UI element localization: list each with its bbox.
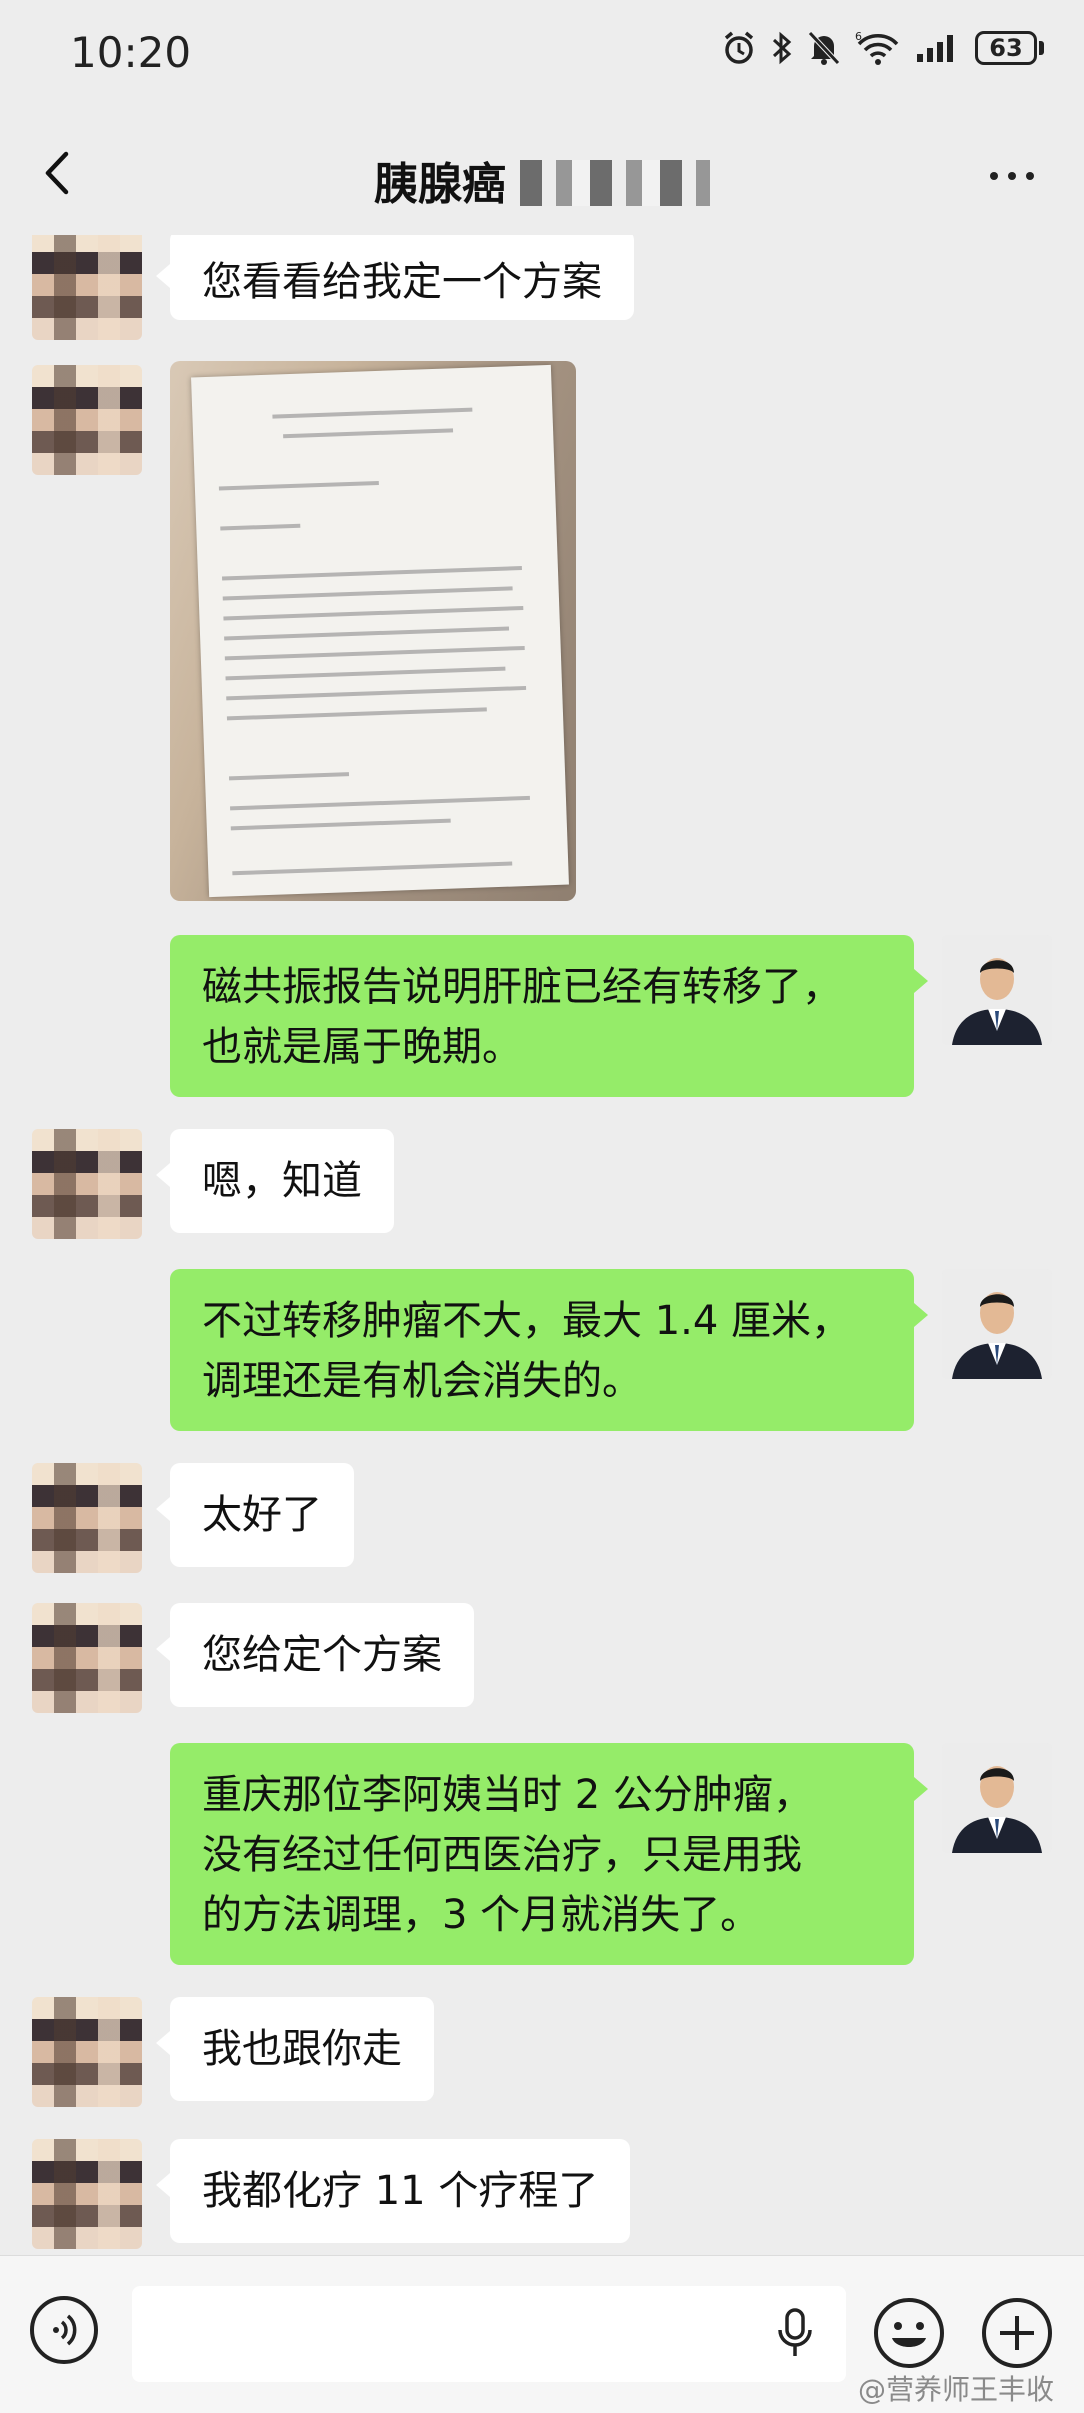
medical-report-photo[interactable] (170, 361, 576, 901)
message-bubble[interactable]: 太好了 (156, 1463, 354, 1567)
bluetooth-icon (772, 31, 792, 65)
message-text: 嗯，知道 (202, 1158, 362, 1204)
patient-avatar[interactable] (32, 1997, 142, 2107)
message-text: 我也跟你走 (202, 2026, 402, 2072)
emoji-icon[interactable] (872, 2296, 946, 2370)
status-icons: 6 63 (721, 30, 1044, 66)
message-bubble[interactable]: 嗯，知道 (156, 1129, 394, 1233)
doctor-avatar[interactable] (942, 935, 1052, 1045)
patient-avatar[interactable] (32, 365, 142, 475)
message-line: 调理还是有机会消失的。 (202, 1358, 642, 1404)
plus-icon[interactable] (980, 2296, 1054, 2370)
message-text: 我都化疗 11 个疗程了 (202, 2168, 599, 2214)
chat-header: 胰腺癌 (0, 110, 1084, 235)
patient-avatar[interactable] (32, 1129, 142, 1239)
message-line: 磁共振报告说明肝脏已经有转移了， (202, 964, 842, 1010)
watermark: @营养师王丰收 (857, 2373, 1054, 2406)
message-line: 没有经过任何西医治疗，只是用我 (202, 1832, 802, 1878)
message-line: 的方法调理，3 个月就消失了。 (202, 1892, 761, 1938)
chat-title: 胰腺癌 (374, 159, 506, 210)
battery-icon: 63 (975, 31, 1044, 65)
patient-avatar[interactable] (32, 1603, 142, 1713)
message-bubble[interactable]: 磁共振报告说明肝脏已经有转移了， 也就是属于晚期。 (170, 935, 928, 1097)
message-bubble[interactable]: 我都化疗 11 个疗程了 (155, 2139, 631, 2243)
signal-icon (917, 35, 953, 62)
more-dots-icon[interactable] (990, 172, 1034, 180)
battery-level: 63 (975, 31, 1037, 65)
message-text: 太好了 (202, 1492, 322, 1538)
message-text: 您给定个方案 (202, 1632, 442, 1678)
chevron-left-icon[interactable] (38, 148, 78, 198)
message-input[interactable] (132, 2286, 846, 2382)
name-pixel-mask (520, 160, 710, 206)
status-bar: 10:20 6 63 (0, 0, 1084, 110)
input-bar: @营养师王丰收 (0, 2255, 1084, 2413)
patient-avatar[interactable] (32, 235, 142, 340)
message-line: 也就是属于晚期。 (202, 1024, 522, 1070)
message-bubble[interactable]: 我也跟你走 (156, 1997, 434, 2101)
message-text: 您看看给我定一个方案 (202, 259, 602, 305)
message-line: 重庆那位李阿姨当时 2 公分肿瘤， (202, 1772, 813, 1818)
patient-avatar[interactable] (32, 2139, 142, 2249)
doctor-avatar[interactable] (942, 1269, 1052, 1379)
mute-icon (808, 31, 840, 65)
message-bubble[interactable]: 重庆那位李阿姨当时 2 公分肿瘤， 没有经过任何西医治疗，只是用我 的方法调理，… (170, 1743, 928, 1965)
message-list[interactable]: 您看看给我定一个方案 磁共振报告说明肝脏已经有转移了， 也就是属于晚期。 嗯，知… (0, 235, 1084, 2255)
voice-input-icon[interactable] (30, 2296, 98, 2364)
doctor-avatar[interactable] (942, 1743, 1052, 1853)
message-bubble[interactable]: 不过转移肿瘤不大，最大 1.4 厘米， 调理还是有机会消失的。 (170, 1269, 928, 1431)
patient-avatar[interactable] (32, 1463, 142, 1573)
wifi-6-icon: 6 (855, 30, 899, 65)
microphone-icon[interactable] (775, 2306, 815, 2360)
status-time: 10:20 (70, 28, 192, 77)
message-bubble[interactable]: 您给定个方案 (156, 1603, 474, 1707)
message-bubble[interactable]: 您看看给我定一个方案 (156, 235, 634, 320)
alarm-icon (724, 31, 754, 64)
svg-text:6: 6 (855, 30, 862, 43)
message-line: 不过转移肿瘤不大，最大 1.4 厘米， (202, 1298, 852, 1344)
